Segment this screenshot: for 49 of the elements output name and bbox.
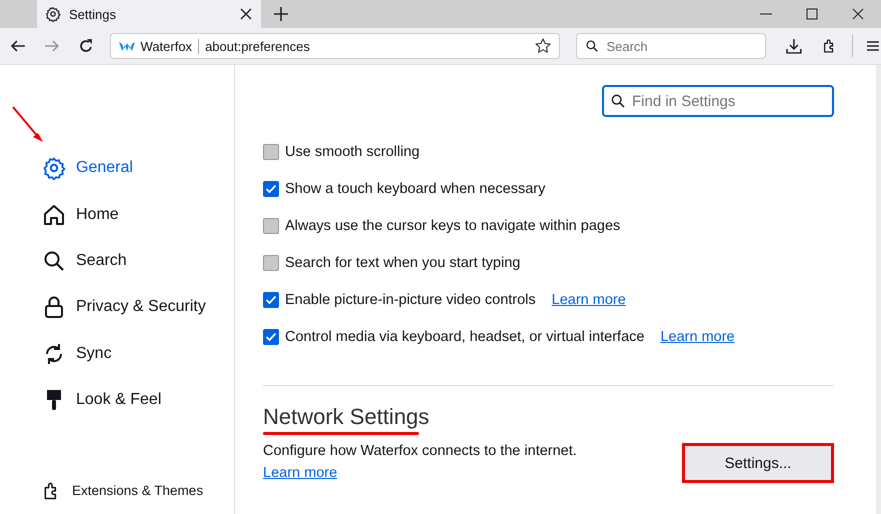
option-label: Control media via keyboard, headset, or virtual interface bbox=[285, 328, 644, 344]
url-text: about:preferences bbox=[205, 38, 310, 54]
plus-icon[interactable] bbox=[273, 6, 289, 22]
lock-icon bbox=[42, 295, 66, 320]
learn-more-link[interactable]: Learn more bbox=[263, 465, 577, 481]
search-icon bbox=[585, 39, 600, 53]
star-icon[interactable] bbox=[535, 38, 552, 54]
gear-icon bbox=[42, 156, 66, 180]
sidebar-item[interactable]: Search bbox=[42, 238, 127, 284]
sidebar-item[interactable]: General bbox=[42, 145, 133, 192]
learn-more-link[interactable]: Learn more bbox=[660, 328, 735, 344]
back-icon[interactable] bbox=[10, 38, 26, 54]
section-heading: Network Settings bbox=[263, 404, 430, 430]
download-icon[interactable] bbox=[786, 38, 802, 54]
browser-tab[interactable]: Settings bbox=[37, 0, 261, 28]
site-name: Waterfox bbox=[140, 38, 200, 54]
option-label: Show a touch keyboard when necessary bbox=[285, 180, 546, 196]
find-field[interactable]: Find in Settings bbox=[602, 85, 834, 117]
home-icon bbox=[42, 202, 66, 227]
checkbox[interactable] bbox=[263, 328, 279, 344]
option-label: Always use the cursor keys to navigate within pages bbox=[285, 218, 620, 234]
tab-title: Settings bbox=[69, 6, 117, 22]
checkbox[interactable] bbox=[263, 144, 279, 160]
search-icon bbox=[610, 93, 626, 109]
sidebar-item[interactable]: Look & Feel bbox=[42, 377, 162, 424]
settings-button[interactable]: Settings... bbox=[682, 443, 834, 483]
sidebar-item[interactable]: Extensions & Themes bbox=[42, 468, 204, 514]
section-description: Configure how Waterfox connects to the internet. bbox=[263, 443, 577, 459]
checkbox[interactable] bbox=[263, 254, 279, 270]
option-label: Search for text when you start typing bbox=[285, 254, 520, 270]
search-field[interactable]: Search bbox=[576, 33, 766, 59]
logo-icon bbox=[118, 39, 135, 53]
address-bar[interactable]: Waterfox about:preferences bbox=[110, 33, 560, 59]
close-icon[interactable] bbox=[239, 7, 253, 21]
option-label: Enable picture-in-picture video controls bbox=[285, 292, 536, 308]
checkbox[interactable] bbox=[263, 292, 279, 308]
annotation-arrow bbox=[10, 105, 44, 143]
gear-icon bbox=[45, 6, 61, 22]
sidebar-item[interactable]: Privacy & Security bbox=[42, 284, 206, 331]
checkbox[interactable] bbox=[263, 218, 279, 234]
checkbox[interactable] bbox=[263, 180, 279, 196]
learn-more-link[interactable]: Learn more bbox=[552, 292, 626, 308]
reload-icon[interactable] bbox=[78, 38, 94, 54]
sidebar-item[interactable]: Home bbox=[42, 191, 119, 238]
search-icon bbox=[42, 249, 66, 274]
maximize-icon[interactable] bbox=[806, 8, 818, 20]
close-icon[interactable] bbox=[852, 8, 864, 20]
sidebar-item[interactable]: Sync bbox=[42, 330, 112, 378]
option-label: Use smooth scrolling bbox=[285, 144, 420, 160]
